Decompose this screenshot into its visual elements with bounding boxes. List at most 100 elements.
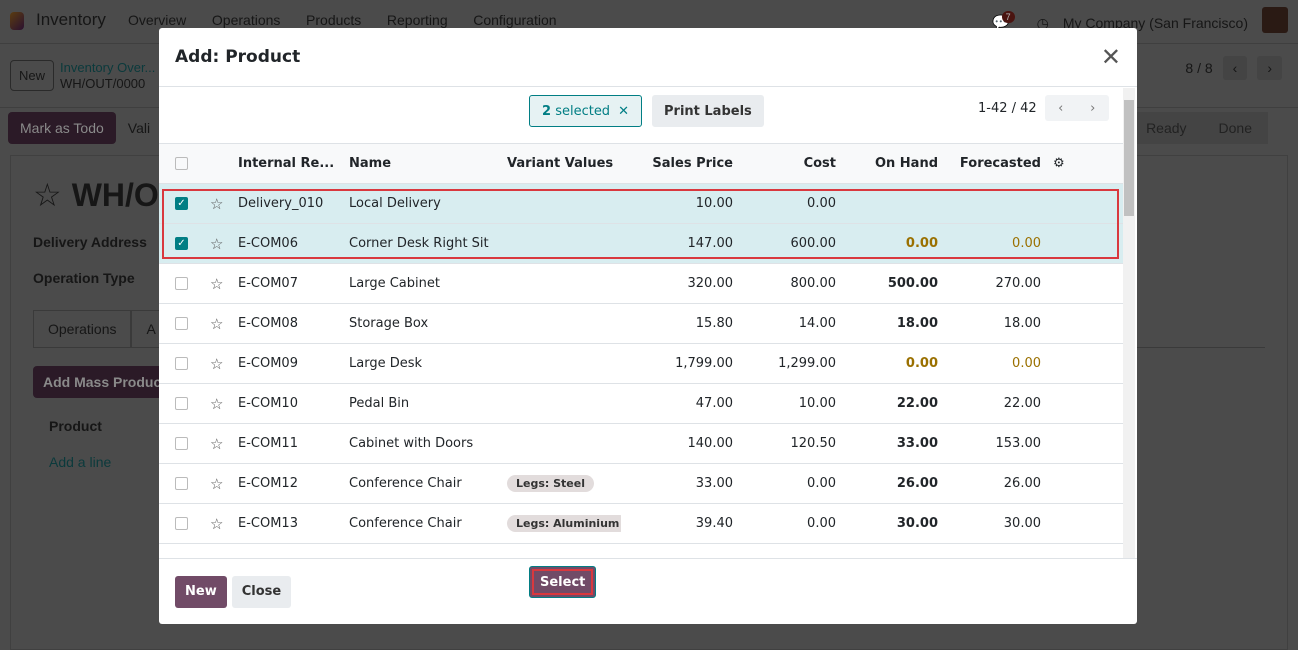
row-checkbox[interactable] — [175, 317, 188, 330]
scrollbar[interactable] — [1123, 88, 1135, 558]
avatar[interactable] — [1262, 7, 1288, 33]
column-sales-price[interactable]: Sales Price — [621, 143, 739, 184]
mark-as-todo-button[interactable]: Mark as Todo — [8, 112, 116, 144]
list-pager-value[interactable]: 1-42 / 42 — [978, 101, 1037, 116]
row-checkbox[interactable] — [175, 357, 188, 370]
column-on-hand[interactable]: On Hand — [842, 143, 944, 184]
cell-internal-ref: Delivery_010 — [232, 183, 343, 224]
cell-variant: Legs: Steel — [501, 463, 621, 504]
cell-on-hand: 0.00 — [842, 343, 944, 384]
breadcrumb-parent[interactable]: Inventory Over... — [60, 60, 155, 76]
cell-name: Local Delivery — [343, 183, 501, 224]
select-button[interactable]: Select — [529, 566, 597, 598]
table-row[interactable]: ☆ E-COM12 Conference Chair Legs: Steel 3… — [159, 463, 1123, 504]
cell-on-hand: 22.00 — [842, 383, 944, 424]
close-icon[interactable]: ✕ — [1101, 43, 1121, 71]
cell-cost: 120.50 — [739, 423, 842, 464]
select-all-checkbox[interactable] — [175, 157, 188, 170]
add-mass-product-button[interactable]: Add Mass Product — [33, 366, 176, 398]
cell-variant — [501, 423, 621, 464]
cell-forecasted: 22.00 — [944, 383, 1047, 424]
row-checkbox[interactable] — [175, 397, 188, 410]
cell-cost: 0.00 — [739, 463, 842, 504]
table-row[interactable]: ☆ E-COM11 Cabinet with Doors 140.00 120.… — [159, 423, 1123, 464]
app-logo-icon — [10, 12, 24, 30]
next-page-button[interactable]: › — [1077, 95, 1109, 121]
breadcrumb-current: WH/OUT/0000 — [60, 75, 146, 91]
state-done[interactable]: Done — [1203, 112, 1268, 144]
favorite-star-icon[interactable]: ☆ — [210, 435, 223, 453]
new-product-button[interactable]: New — [175, 575, 227, 608]
table-row[interactable]: ✓ ☆ Delivery_010 Local Delivery 10.00 0.… — [159, 183, 1123, 224]
row-checkbox[interactable] — [175, 277, 188, 290]
column-internal-ref[interactable]: Internal Re... — [232, 143, 343, 184]
record-pager: 8 / 8 ‹ › — [1185, 56, 1282, 80]
next-record-button[interactable]: › — [1257, 56, 1282, 80]
favorite-star-icon[interactable]: ☆ — [210, 195, 223, 213]
menu-configuration[interactable]: Configuration — [473, 12, 556, 28]
row-checkbox[interactable]: ✓ — [175, 197, 188, 210]
column-forecasted[interactable]: Forecasted — [944, 143, 1047, 184]
product-list: Internal Re... Name Variant Values Sales… — [159, 143, 1123, 544]
favorite-star-icon[interactable]: ☆ — [210, 395, 223, 413]
cell-internal-ref: E-COM10 — [232, 383, 343, 424]
column-variant-values[interactable]: Variant Values — [501, 143, 621, 184]
cell-on-hand: 18.00 — [842, 303, 944, 344]
cell-variant: Legs: Aluminium — [501, 503, 621, 544]
table-row[interactable]: ☆ E-COM10 Pedal Bin 47.00 10.00 22.00 22… — [159, 383, 1123, 424]
menu-overview[interactable]: Overview — [128, 12, 186, 28]
menu-products[interactable]: Products — [306, 12, 361, 28]
cell-on-hand: 0.00 — [842, 223, 944, 264]
clear-selection-icon[interactable]: ✕ — [618, 104, 629, 119]
cell-cost: 600.00 — [739, 223, 842, 264]
tab-operations[interactable]: Operations — [33, 310, 132, 347]
close-button[interactable]: Close — [231, 575, 292, 608]
variant-tag: Legs: Aluminium — [507, 515, 621, 532]
star-icon[interactable]: ☆ — [33, 176, 62, 214]
table-row[interactable]: ☆ E-COM07 Large Cabinet 320.00 800.00 50… — [159, 263, 1123, 304]
cell-variant — [501, 223, 621, 264]
selected-label: selected — [555, 103, 611, 119]
favorite-star-icon[interactable]: ☆ — [210, 355, 223, 373]
menu-reporting[interactable]: Reporting — [387, 12, 448, 28]
table-row[interactable]: ☆ E-COM08 Storage Box 15.80 14.00 18.00 … — [159, 303, 1123, 344]
row-checkbox[interactable] — [175, 477, 188, 490]
table-row[interactable]: ☆ E-COM13 Conference Chair Legs: Alumini… — [159, 503, 1123, 544]
validate-button[interactable]: Vali — [124, 112, 154, 144]
prev-record-button[interactable]: ‹ — [1222, 56, 1248, 80]
record-pager-value: 8 / 8 — [1185, 60, 1213, 76]
cell-name: Pedal Bin — [343, 383, 501, 424]
prev-page-button[interactable]: ‹ — [1045, 95, 1077, 121]
app-name[interactable]: Inventory — [36, 11, 106, 28]
selection-badge: 2 selected ✕ — [529, 95, 642, 127]
cell-variant — [501, 183, 621, 224]
favorite-star-icon[interactable]: ☆ — [210, 315, 223, 333]
table-row[interactable]: ✓ ☆ E-COM06 Corner Desk Right Sit 147.00… — [159, 223, 1123, 264]
cell-sales-price: 320.00 — [621, 263, 739, 304]
row-checkbox[interactable] — [175, 437, 188, 450]
cell-name: Conference Chair — [343, 463, 501, 504]
column-name[interactable]: Name — [343, 143, 501, 184]
favorite-star-icon[interactable]: ☆ — [210, 235, 223, 253]
favorite-star-icon[interactable]: ☆ — [210, 475, 223, 493]
cell-internal-ref: E-COM12 — [232, 463, 343, 504]
cell-variant — [501, 263, 621, 304]
cell-forecasted: 270.00 — [944, 263, 1047, 304]
print-labels-button[interactable]: Print Labels — [652, 95, 764, 127]
menu-operations[interactable]: Operations — [212, 12, 280, 28]
optional-columns-icon[interactable]: ⚙ — [1047, 143, 1123, 184]
row-checkbox[interactable]: ✓ — [175, 237, 188, 250]
notification-badge: 7 — [1001, 10, 1015, 23]
favorite-star-icon[interactable]: ☆ — [210, 275, 223, 293]
row-checkbox[interactable] — [175, 517, 188, 530]
cell-on-hand: 30.00 — [842, 503, 944, 544]
cell-sales-price: 147.00 — [621, 223, 739, 264]
new-button[interactable]: New — [10, 60, 55, 91]
column-cost[interactable]: Cost — [739, 143, 842, 184]
scrollbar-thumb[interactable] — [1124, 100, 1134, 216]
table-row[interactable]: ☆ E-COM09 Large Desk 1,799.00 1,299.00 0… — [159, 343, 1123, 384]
selected-count: 2 — [542, 103, 552, 119]
favorite-star-icon[interactable]: ☆ — [210, 515, 223, 533]
state-ready[interactable]: Ready — [1130, 112, 1202, 144]
cell-forecasted — [944, 183, 1047, 224]
